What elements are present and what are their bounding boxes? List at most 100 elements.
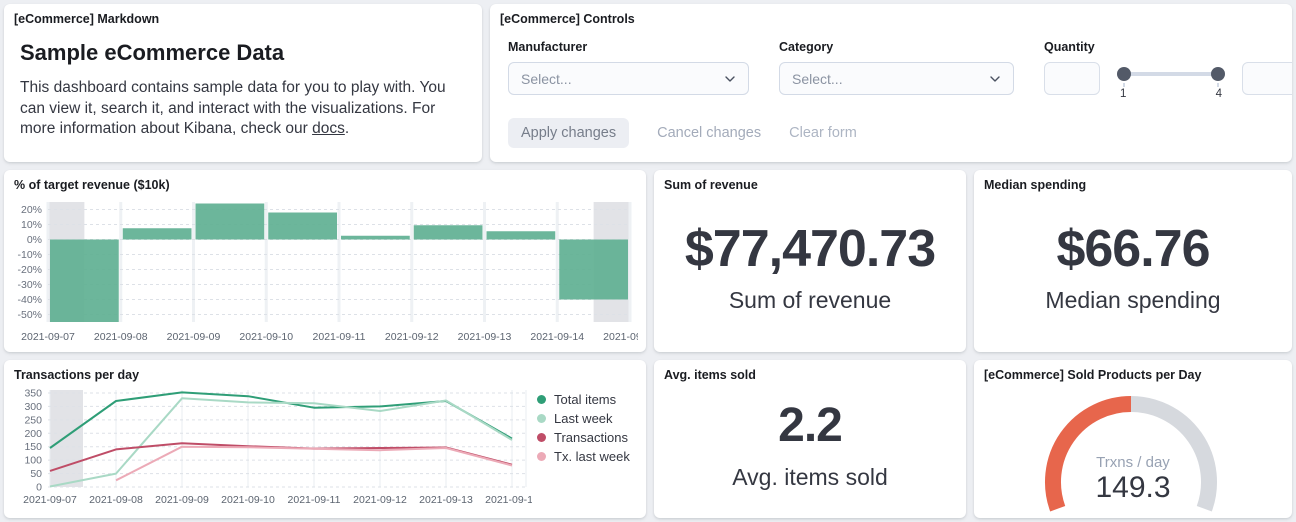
markdown-text-before: This dashboard contains sample data for … (20, 79, 446, 137)
panel-title: [eCommerce] Sold Products per Day (974, 360, 1292, 382)
manufacturer-select[interactable]: Select... (508, 62, 749, 95)
bar-2021-09-08[interactable] (123, 228, 192, 239)
bar-2021-09-14[interactable] (559, 240, 628, 300)
transactions-per-day-panel: Transactions per day 0 50100 150200 250300 3… (4, 360, 646, 518)
y-axis-tick-label: 0 (36, 482, 42, 494)
line-chart-canvas[interactable]: 0 50100 150200 250300 350 2021-09-07 2021-09-0… (12, 384, 532, 510)
legend-item-last-week[interactable]: Last week (537, 409, 630, 428)
median-spending-subtitle: Median spending (1045, 287, 1220, 314)
y-axis-tick-label: 250 (24, 414, 42, 426)
x-axis-tick-label: 2021-09-09 (167, 331, 221, 343)
y-axis-tick-label: -40% (17, 294, 42, 306)
markdown-panel: [eCommerce] Markdown Sample eCommerce Da… (4, 4, 482, 162)
sold-products-per-day-panel: [eCommerce] Sold Products per Day Trxns … (974, 360, 1292, 518)
legend-swatch-icon (537, 452, 546, 461)
y-axis-tick-label: 300 (24, 401, 42, 413)
sum-of-revenue-value: $77,470.73 (685, 222, 935, 277)
x-axis-tick-label: 2021-09-13 (419, 494, 473, 506)
slider-max-label: 4 (1216, 88, 1222, 100)
sum-of-revenue-panel: Sum of revenue $77,470.73 Sum of revenue (654, 170, 966, 352)
legend-label: Transactions (554, 430, 628, 445)
quantity-field: Quantity 1 4 (1044, 40, 1292, 102)
clear-form-button[interactable]: Clear form (789, 125, 857, 141)
x-axis-tick-label: 2021-09-15 (603, 331, 638, 343)
panel-title: % of target revenue ($10k) (4, 170, 646, 192)
x-axis-tick-label: 2021-09-14 (485, 494, 532, 506)
y-axis-tick-label: -30% (17, 279, 42, 291)
bar-2021-09-11[interactable] (341, 236, 410, 240)
slider-tickmark (1217, 83, 1219, 87)
controls-panel: [eCommerce] Controls Manufacturer Select… (490, 4, 1292, 162)
line-series-last-week[interactable] (50, 398, 512, 486)
apply-changes-button[interactable]: Apply changes (508, 118, 629, 148)
slider-handle-min[interactable] (1117, 67, 1131, 81)
panel-title: [eCommerce] Markdown (4, 4, 482, 26)
x-axis-tick-label: 2021-09-10 (239, 331, 293, 343)
target-revenue-panel: % of target revenue ($10k) 20%10%0%-10%-… (4, 170, 646, 352)
bar-2021-09-09[interactable] (196, 204, 265, 240)
avg-items-sold-panel: Avg. items sold 2.2 Avg. items sold (654, 360, 966, 518)
slider-min-label: 1 (1120, 88, 1126, 100)
avg-items-sold-subtitle: Avg. items sold (732, 464, 888, 491)
x-axis-tick-label: 2021-09-10 (221, 494, 275, 506)
bar-2021-09-13[interactable] (487, 231, 556, 239)
median-spending-value: $66.76 (1056, 222, 1209, 277)
y-axis-tick-label: 350 (24, 387, 42, 399)
manufacturer-select-value: Select... (521, 71, 572, 87)
x-axis-tick-label: 2021-09-12 (353, 494, 407, 506)
y-axis-tick-label: 100 (24, 455, 42, 467)
panel-title: Transactions per day (4, 360, 646, 382)
x-axis-tick-label: 2021-09-09 (155, 494, 209, 506)
legend-swatch-icon (537, 433, 546, 442)
manufacturer-field: Manufacturer Select... (508, 40, 749, 102)
cancel-changes-button[interactable]: Cancel changes (657, 125, 761, 141)
line-chart-legend: Total items Last week Transactions Tx. last… (537, 390, 630, 466)
quantity-max-input[interactable] (1242, 62, 1292, 95)
quantity-min-input[interactable] (1044, 62, 1100, 95)
median-spending-panel: Median spending $66.76 Median spending (974, 170, 1292, 352)
x-axis-tick-label: 2021-09-07 (21, 331, 75, 343)
slider-handle-max[interactable] (1211, 67, 1225, 81)
x-axis-tick-label: 2021-09-13 (458, 331, 512, 343)
y-axis-tick-label: -20% (17, 264, 42, 276)
legend-item-transactions[interactable]: Transactions (537, 428, 630, 447)
y-axis-tick-label: 0% (27, 234, 42, 246)
category-select-value: Select... (792, 71, 843, 87)
chevron-down-icon (989, 73, 1001, 85)
y-axis-tick-label: 50 (30, 468, 42, 480)
quantity-slider[interactable]: 1 4 (1117, 62, 1225, 102)
x-axis-tick-label: 2021-09-08 (94, 331, 148, 343)
legend-item-total-items[interactable]: Total items (537, 390, 630, 409)
legend-item-tx-last-week[interactable]: Tx. last week (537, 447, 630, 466)
bar-2021-09-12[interactable] (414, 225, 483, 239)
category-field: Category Select... (779, 40, 1014, 102)
partial-data-band (50, 390, 83, 487)
x-axis-tick-label: 2021-09-11 (288, 494, 341, 506)
legend-label: Tx. last week (554, 449, 630, 464)
y-axis-tick-label: 150 (24, 441, 42, 453)
manufacturer-label: Manufacturer (508, 40, 749, 54)
slider-tickmark (1123, 83, 1125, 87)
markdown-body: This dashboard contains sample data for … (20, 78, 466, 140)
x-axis-tick-label: 2021-09-11 (313, 331, 366, 343)
bar-2021-09-10[interactable] (268, 213, 337, 240)
markdown-text-after: . (345, 120, 349, 137)
bar-chart-canvas[interactable]: 20%10%0%-10%-20%-30%-40%-50%2021-09-0720… (12, 192, 638, 346)
x-axis-tick-label: 2021-09-12 (385, 331, 439, 343)
gauge-label: Trxns / day (974, 454, 1292, 471)
slider-track[interactable] (1117, 72, 1225, 76)
y-axis-tick-label: 200 (24, 428, 42, 440)
category-select[interactable]: Select... (779, 62, 1014, 95)
x-axis-tick-label: 2021-09-14 (530, 331, 584, 343)
x-axis-tick-label: 2021-09-07 (23, 494, 77, 506)
gauge-value: 149.3 (974, 471, 1292, 505)
y-axis-tick-label: 20% (21, 204, 42, 216)
quantity-label: Quantity (1044, 40, 1292, 54)
category-label: Category (779, 40, 1014, 54)
sum-of-revenue-subtitle: Sum of revenue (729, 287, 891, 314)
bar-2021-09-07[interactable] (50, 240, 119, 323)
legend-label: Last week (554, 411, 613, 426)
docs-link[interactable]: docs (312, 120, 345, 137)
y-axis-tick-label: 10% (21, 219, 42, 231)
panel-title: [eCommerce] Controls (490, 4, 1292, 26)
